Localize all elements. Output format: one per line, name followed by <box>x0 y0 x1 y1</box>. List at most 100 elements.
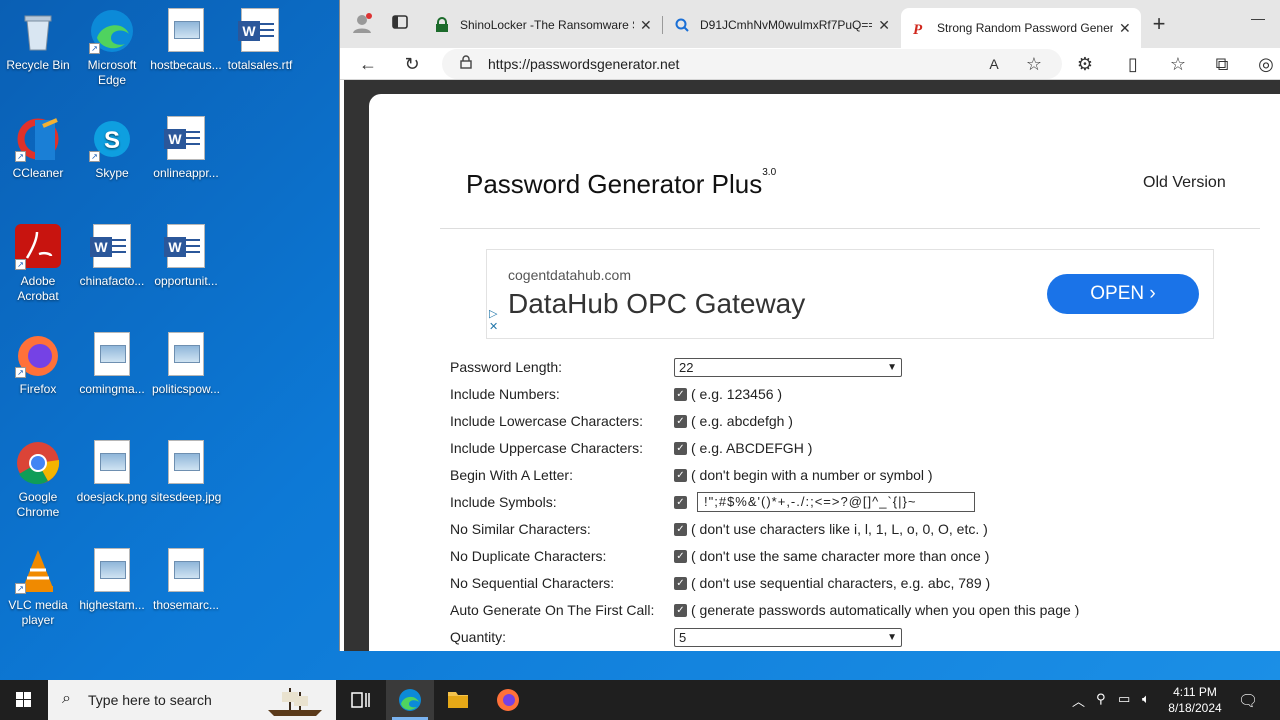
edge-shortcut[interactable]: ↗ Microsoft Edge <box>74 8 150 88</box>
hostbecaus-file[interactable]: hostbecaus... <box>148 8 224 73</box>
auto-generate-option: ✓ ( generate passwords automatically when… <box>674 602 1079 618</box>
adobe-acrobat-shortcut[interactable]: ↗ Adobe Acrobat <box>0 224 76 304</box>
anyrun-watermark: ANY RUN <box>1037 606 1251 655</box>
tab-close-icon[interactable]: ✕ <box>1119 20 1131 37</box>
read-aloud-icon[interactable]: A <box>982 52 1006 76</box>
refresh-icon[interactable]: ↻ <box>400 52 424 76</box>
tab-close-icon[interactable]: ✕ <box>878 17 890 34</box>
no-similar-checkbox[interactable]: ✓ <box>674 522 687 536</box>
sitesdeep-file[interactable]: sitesdeep.jpg <box>148 440 224 505</box>
doesjack-file[interactable]: doesjack.png <box>74 440 150 505</box>
taskbar: ⌕ Type here to search ︿ ⚲ ▭ 🔈︎ 4:11 PM 8… <box>0 680 1280 720</box>
new-tab-icon[interactable]: + <box>1147 12 1171 36</box>
tab-bar: ShinoLocker -The Ransomware S ✕ D91JCmhN… <box>340 0 1280 48</box>
address-bar[interactable]: https://passwordsgenerator.net A ☆ <box>442 49 1062 79</box>
symbols-input[interactable]: !";#$%&'()*+,-./:;<=>?@[]^_`{|}~ <box>697 492 975 512</box>
image-file-icon <box>94 440 130 484</box>
ad-open-button[interactable]: OPEN › <box>1047 274 1199 314</box>
include-lowercase-checkbox[interactable]: ✓ <box>674 414 687 428</box>
volume-icon[interactable]: 🔈︎ <box>1142 691 1150 707</box>
chevron-right-icon: › <box>1149 283 1156 304</box>
comingma-file[interactable]: comingma... <box>74 332 150 397</box>
chinafacto-file[interactable]: W chinafacto... <box>74 224 150 289</box>
no-sequential-checkbox[interactable]: ✓ <box>674 576 687 590</box>
option-label-similar: No Similar Characters: <box>450 521 591 537</box>
chevron-down-icon: ▼ <box>887 362 897 373</box>
highestam-file[interactable]: highestam... <box>74 548 150 613</box>
taskbar-search[interactable]: ⌕ Type here to search <box>48 680 336 720</box>
tab-shinolocker[interactable]: ShinoLocker -The Ransomware S ✕ <box>424 8 664 42</box>
taskbar-file-explorer[interactable] <box>434 680 482 720</box>
option-description: ( e.g. abcdefgh ) <box>691 413 793 429</box>
lock-favicon-icon <box>434 17 450 33</box>
taskbar-edge[interactable] <box>386 680 434 720</box>
adobe-acrobat-label: Adobe Acrobat <box>17 274 59 303</box>
highestam-label: highestam... <box>79 598 145 612</box>
minimize-icon[interactable]: — <box>1246 6 1270 30</box>
include-uppercase-option: ✓ ( e.g. ABCDEFGH ) <box>674 440 812 456</box>
ad-open-label: OPEN <box>1090 283 1145 304</box>
back-icon[interactable]: ← <box>356 52 380 76</box>
thosemarc-file[interactable]: thosemarc... <box>148 548 224 613</box>
extensions-icon[interactable]: ⚙ <box>1073 52 1097 76</box>
network-status-icon[interactable]: ⚲ <box>1096 691 1106 707</box>
web-page: Password Generator Plus3.0 Old Version c… <box>369 94 1280 651</box>
tab-password-generator[interactable]: P Strong Random Password Generato ✕ <box>901 8 1141 48</box>
include-numbers-checkbox[interactable]: ✓ <box>674 387 687 401</box>
split-screen-icon[interactable]: ▯ <box>1121 52 1145 76</box>
favorite-star-icon[interactable]: ☆ <box>1022 52 1046 76</box>
adchoices-icon[interactable]: ▷ ✕ <box>489 308 498 334</box>
page-viewport: Password Generator Plus3.0 Old Version c… <box>344 80 1280 651</box>
opportunit-file[interactable]: W opportunit... <box>148 224 224 289</box>
tab-search[interactable]: D91JCmhNvM0wulmxRf7PuQ== ✕ <box>664 8 900 42</box>
onlineappr-file[interactable]: W onlineappr... <box>148 116 224 181</box>
tab-close-icon[interactable]: ✕ <box>640 17 652 34</box>
ccleaner-shortcut[interactable]: ↗ CCleaner <box>0 116 76 181</box>
begin-letter-checkbox[interactable]: ✓ <box>674 468 687 482</box>
totalsales-label: totalsales.rtf <box>227 58 293 72</box>
skype-label: Skype <box>95 166 129 180</box>
recycle-bin-shortcut[interactable]: Recycle Bin <box>0 8 76 73</box>
clock[interactable]: 4:11 PM 8/18/2024 <box>1160 684 1230 716</box>
password-length-select[interactable]: 22 ▼ <box>674 358 902 377</box>
firefox-shortcut[interactable]: ↗ Firefox <box>0 332 76 397</box>
browser-toolbar: ← ↻ https://passwordsgenerator.net A ☆ ⚙… <box>340 48 1280 80</box>
option-label-sequential: No Sequential Characters: <box>450 575 615 591</box>
include-uppercase-checkbox[interactable]: ✓ <box>674 441 687 455</box>
notifications-icon[interactable]: 🗨︎ <box>1238 691 1258 711</box>
image-file-icon <box>94 548 130 592</box>
tray-chevron-up-icon[interactable]: ︿ <box>1072 691 1085 710</box>
google-chrome-shortcut[interactable]: Google Chrome <box>0 440 76 520</box>
politicspow-file[interactable]: politicspow... <box>148 332 224 397</box>
copilot-icon[interactable]: ◎ <box>1254 52 1278 76</box>
advertisement[interactable]: cogentdatahub.com DataHub OPC Gateway OP… <box>486 249 1214 339</box>
opportunit-label: opportunit... <box>154 274 218 288</box>
vlc-shortcut[interactable]: ↗ VLC media player <box>0 548 76 628</box>
no-duplicate-checkbox[interactable]: ✓ <box>674 549 687 563</box>
include-lowercase-option: ✓ ( e.g. abcdefgh ) <box>674 413 793 429</box>
network-icon[interactable]: ▭ <box>1118 691 1130 707</box>
image-file-icon <box>168 440 204 484</box>
option-description: ( don't use sequential characters, e.g. … <box>691 575 991 591</box>
ad-domain: cogentdatahub.com <box>508 267 631 283</box>
tab-actions-icon[interactable] <box>388 12 412 36</box>
profile-icon[interactable] <box>350 12 374 36</box>
totalsales-file[interactable]: W totalsales.rtf <box>222 8 298 73</box>
tab-title: Strong Random Password Generato <box>937 21 1113 35</box>
collections-icon[interactable]: ⧉ <box>1210 52 1234 76</box>
include-symbols-checkbox[interactable]: ✓ <box>674 495 687 509</box>
start-button[interactable] <box>0 680 48 720</box>
taskbar-firefox[interactable] <box>484 680 532 720</box>
vlc-label: VLC media player <box>8 598 68 627</box>
windows-logo-icon <box>16 692 31 707</box>
auto-generate-checkbox[interactable]: ✓ <box>674 603 687 617</box>
skype-shortcut[interactable]: S ↗ Skype <box>74 116 150 181</box>
politicspow-label: politicspow... <box>151 382 221 396</box>
password-length-select-wrap: 22 ▼ <box>674 358 902 377</box>
option-label-password-length: Password Length: <box>450 359 563 375</box>
favorites-icon[interactable]: ☆ <box>1166 52 1190 76</box>
quantity-select[interactable]: 5 ▼ <box>674 628 902 647</box>
chinafacto-label: chinafacto... <box>79 274 145 288</box>
old-version-link[interactable]: Old Version <box>1143 174 1226 192</box>
task-view-button[interactable] <box>336 680 384 720</box>
